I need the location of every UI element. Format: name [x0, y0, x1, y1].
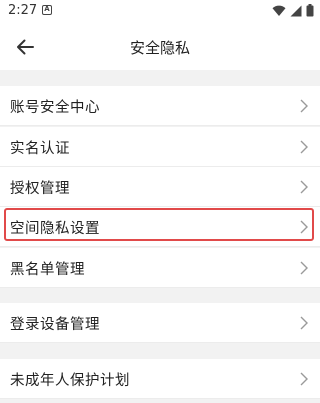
chevron-right-icon	[300, 180, 308, 194]
status-icons	[272, 4, 314, 17]
notification-icon: A	[42, 5, 52, 15]
list-item-label: 账号安全中心	[10, 100, 100, 116]
list-item-label: 授权管理	[10, 181, 70, 197]
list-item-minor-protection[interactable]: 未成年人保护计划	[0, 359, 320, 399]
chevron-right-icon	[300, 372, 308, 386]
chevron-right-icon	[300, 99, 308, 113]
signal-icon	[290, 5, 302, 16]
page-title: 安全隐私	[129, 39, 190, 57]
battery-icon	[306, 4, 314, 17]
status-time: 2:27	[8, 3, 38, 18]
list-item-label: 未成年人保护计划	[10, 373, 130, 389]
chevron-right-icon	[300, 140, 308, 154]
list-item-blacklist[interactable]: 黑名单管理	[0, 248, 320, 288]
list-item-label: 空间隐私设置	[10, 221, 100, 237]
list-item-label: 黑名单管理	[10, 262, 85, 278]
status-bar: 2:27 A	[0, 0, 320, 24]
app-bar: 安全隐私	[0, 24, 320, 70]
chevron-right-icon	[300, 316, 308, 330]
list-item-label: 实名认证	[10, 141, 70, 157]
list-item-real-name[interactable]: 实名认证	[0, 127, 320, 167]
chevron-right-icon	[300, 220, 308, 234]
list-item-space-privacy[interactable]: 空间隐私设置	[0, 207, 320, 247]
list-item-login-devices[interactable]: 登录设备管理	[0, 303, 320, 343]
list-item-account-security[interactable]: 账号安全中心	[0, 86, 320, 126]
wifi-icon	[272, 5, 286, 16]
list-item-label: 登录设备管理	[10, 317, 100, 333]
list-item-authorization[interactable]: 授权管理	[0, 167, 320, 207]
chevron-right-icon	[300, 261, 308, 275]
